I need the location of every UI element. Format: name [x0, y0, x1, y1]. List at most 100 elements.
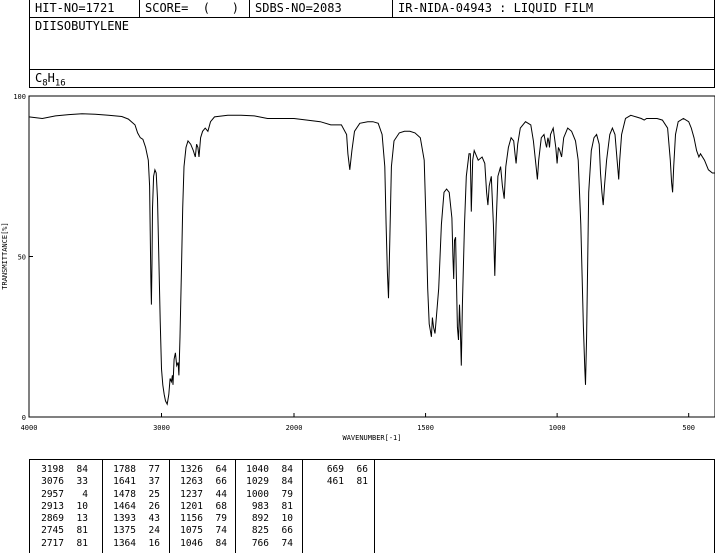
- peak-row: 2913 10: [34, 501, 88, 513]
- peak-transmittance: 37: [148, 476, 160, 488]
- peak-row: 766 74: [239, 538, 293, 550]
- y-tick-label: 100: [13, 93, 26, 101]
- peak-row: 1263 66: [173, 476, 227, 488]
- peak-transmittance: 10: [281, 513, 293, 525]
- peak-row: 1000 79: [239, 489, 293, 501]
- peak-transmittance: 33: [76, 476, 88, 488]
- peak-transmittance: 24: [148, 525, 160, 537]
- peak-row: 1641 37: [106, 476, 160, 488]
- peak-column: 1788 77 1641 37 1478 25 1464 26 1393 43 1375 24 1364…: [106, 464, 160, 550]
- peak-wavenumber: 1375: [113, 525, 136, 537]
- peak-row: 1326 64: [173, 464, 227, 476]
- peak-transmittance: 43: [148, 513, 160, 525]
- peak-wavenumber: 461: [326, 476, 344, 488]
- peak-transmittance: 77: [148, 464, 160, 475]
- peak-wavenumber: 2745: [41, 525, 64, 537]
- peak-wavenumber: 3076: [41, 476, 64, 488]
- y-tick-label: 50: [18, 254, 26, 262]
- peak-row: 2869 13: [34, 513, 88, 525]
- peak-transmittance: 64: [215, 464, 227, 475]
- peak-wavenumber: 1075: [180, 525, 203, 537]
- peak-transmittance: 74: [281, 537, 293, 549]
- peak-wavenumber: 1788: [113, 464, 136, 475]
- peak-wavenumber: 2717: [41, 537, 64, 549]
- peak-row: 983 81: [239, 501, 293, 513]
- peak-wavenumber: 1201: [180, 500, 203, 512]
- peak-row: 1478 25: [106, 489, 160, 501]
- plot-frame: [28, 95, 715, 418]
- x-tick-label: 500: [682, 424, 695, 432]
- peak-transmittance: 84: [76, 464, 88, 475]
- peak-wavenumber: 1237: [180, 488, 203, 500]
- x-tick-label: 2000: [286, 424, 303, 432]
- peak-row: 2957 4: [34, 489, 88, 501]
- y-tick-label: 0: [22, 414, 26, 422]
- peak-transmittance: 68: [215, 500, 227, 512]
- peak-wavenumber: 983: [251, 500, 269, 512]
- peak-wavenumber: 1046: [180, 537, 203, 549]
- peak-row: 1237 44: [173, 489, 227, 501]
- y-axis-label: TRANSMITTANCE[%]: [1, 222, 9, 289]
- peak-wavenumber: 1364: [113, 537, 136, 549]
- peak-row: 1029 84: [239, 476, 293, 488]
- peak-wavenumber: 2869: [41, 513, 64, 525]
- peak-wavenumber: 825: [251, 525, 269, 537]
- peak-transmittance: 74: [215, 525, 227, 537]
- peak-row: 1156 79: [173, 513, 227, 525]
- peak-row: 2717 81: [34, 538, 88, 550]
- peak-wavenumber: 1464: [113, 500, 136, 512]
- peak-transmittance: 66: [215, 476, 227, 488]
- peak-row: 1788 77: [106, 464, 160, 476]
- peak-row: 892 10: [239, 513, 293, 525]
- peak-wavenumber: 1156: [180, 513, 203, 525]
- peak-transmittance: 4: [82, 488, 88, 500]
- peak-wavenumber: 1326: [180, 464, 203, 475]
- peak-transmittance: 84: [281, 476, 293, 488]
- peak-wavenumber: 766: [251, 537, 269, 549]
- peak-row: 2745 81: [34, 525, 88, 537]
- peak-row: 1393 43: [106, 513, 160, 525]
- x-tick-label: 3000: [153, 424, 170, 432]
- peak-transmittance: 25: [148, 488, 160, 500]
- peak-wavenumber: 2913: [41, 500, 64, 512]
- peak-wavenumber: 1040: [246, 464, 269, 475]
- peak-row: 1040 84: [239, 464, 293, 476]
- peak-row: 1075 74: [173, 525, 227, 537]
- peak-transmittance: 84: [281, 464, 293, 475]
- peak-row: 1375 24: [106, 525, 160, 537]
- peak-row: 1364 16: [106, 538, 160, 550]
- peak-table: 3198 84 3076 33 2957 4 2913 10 2869 13 2745 81 2717 8…: [29, 459, 715, 553]
- peak-transmittance: 81: [76, 525, 88, 537]
- peak-transmittance: 79: [215, 513, 227, 525]
- peak-column: 1326 64 1263 66 1237 44 1201 68 1156 79 1075 74 1046…: [173, 464, 227, 550]
- peak-transmittance: 10: [76, 500, 88, 512]
- peak-transmittance: 81: [281, 500, 293, 512]
- peak-transmittance: 44: [215, 488, 227, 500]
- peak-column: 669 66 461 81: [314, 464, 368, 489]
- peak-wavenumber: 1263: [180, 476, 203, 488]
- peak-transmittance: 84: [215, 537, 227, 549]
- peak-wavenumber: 1393: [113, 513, 136, 525]
- peak-wavenumber: 892: [251, 513, 269, 525]
- peak-wavenumber: 1641: [113, 476, 136, 488]
- x-tick-label: 1500: [417, 424, 434, 432]
- x-axis-label: WAVENUMBER[-1]: [342, 434, 401, 442]
- peak-wavenumber: 2957: [41, 488, 64, 500]
- peak-row: 3198 84: [34, 464, 88, 476]
- peak-row: 1201 68: [173, 501, 227, 513]
- x-tick-label: 4000: [21, 424, 38, 432]
- peak-row: 825 66: [239, 525, 293, 537]
- peak-row: 1046 84: [173, 538, 227, 550]
- peak-wavenumber: 1029: [246, 476, 269, 488]
- peak-row: 1464 26: [106, 501, 160, 513]
- peak-column: 3198 84 3076 33 2957 4 2913 10 2869 13 2745 81 2717 8…: [34, 464, 88, 550]
- peak-transmittance: 66: [281, 525, 293, 537]
- peak-transmittance: 16: [148, 537, 160, 549]
- peak-row: 461 81: [314, 476, 368, 488]
- peak-transmittance: 13: [76, 513, 88, 525]
- ir-spectrum-chart: 0 50 100 4000 3000 2000 1500 1000 500 TRANSMITT…: [1, 93, 715, 442]
- peak-column: 1040 84 1029 84 1000 79 983 81 892 10 825 66 766 74: [239, 464, 293, 550]
- peak-row: 3076 33: [34, 476, 88, 488]
- peak-wavenumber: 669: [326, 464, 344, 475]
- peak-wavenumber: 3198: [41, 464, 64, 475]
